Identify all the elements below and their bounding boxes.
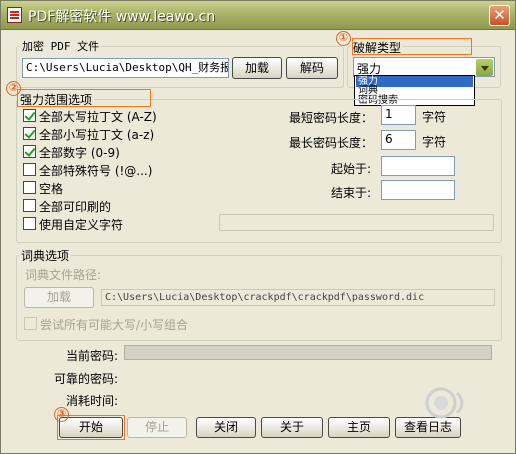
start-from-label: 起始于: (331, 162, 372, 176)
checkbox-digits[interactable] (23, 145, 36, 158)
pdf-path-input[interactable]: C:\Users\Lucia\Desktop\QH_财务报表 (22, 58, 229, 78)
stop-button[interactable]: 停止 (127, 417, 187, 438)
checkbox-uppercase[interactable] (23, 109, 36, 122)
max-length-input[interactable]: 6 (381, 130, 416, 150)
window-title: PDF解密软件 www.leawo.cn (28, 9, 216, 25)
min-length-input[interactable]: 1 (381, 105, 416, 125)
checkbox-custom-charset[interactable] (23, 217, 36, 230)
checkbox-special[interactable] (23, 163, 36, 176)
crack-type-select[interactable]: 强力 (353, 57, 495, 77)
max-length-label: 最长密码长度： (289, 136, 374, 150)
callout-number-2: ② (6, 81, 21, 96)
chevron-down-icon[interactable] (476, 59, 493, 76)
checkbox-lowercase[interactable] (23, 127, 36, 140)
custom-charset-input[interactable] (219, 214, 494, 231)
checkbox-space[interactable] (23, 181, 36, 194)
callout-number-3: ③ (54, 407, 69, 422)
close-button[interactable]: 关闭 (196, 417, 256, 438)
end-at-input[interactable] (381, 180, 455, 200)
title-bar[interactable]: PDF解密软件 www.leawo.cn ✕ (1, 1, 515, 30)
current-password-label: 当前密码: (66, 349, 119, 363)
window-close-button[interactable]: ✕ (489, 5, 510, 26)
start-from-input[interactable] (381, 156, 455, 176)
checkbox-case-combos[interactable] (24, 317, 37, 330)
callout-number-1: ① (336, 31, 351, 46)
min-length-unit: 字符 (422, 110, 447, 124)
min-length-label: 最短密码长度： (289, 111, 374, 125)
dictionary-options-legend: 词典选项 (19, 247, 72, 264)
callout-box-crack-type (352, 38, 472, 55)
checkbox-custom-charset-label: 使用自定义字符 (39, 218, 124, 232)
dictionary-path-label: 词典文件路径: (25, 268, 102, 282)
encrypted-file-legend: 加密 PDF 文件 (20, 38, 102, 54)
load-pdf-button[interactable]: 加载 (232, 57, 282, 79)
end-at-label: 结束于: (331, 186, 372, 200)
max-length-unit: 字符 (422, 135, 447, 149)
callout-box-brute-options (17, 89, 151, 107)
elapsed-time-label: 消耗时间: (66, 394, 119, 408)
checkbox-printable[interactable] (23, 199, 36, 212)
home-button[interactable]: 主页 (328, 417, 390, 438)
app-pdf-icon (7, 7, 22, 23)
checkbox-printable-label: 全部可印刷的 (39, 200, 112, 214)
case-combos-label: 尝试所有可能大写/小写组合 (40, 318, 189, 332)
checkbox-space-label: 空格 (39, 182, 64, 196)
about-button[interactable]: 关于 (261, 417, 323, 438)
checkbox-digits-label: 全部数字 (0-9) (39, 146, 120, 160)
checkbox-special-label: 全部特殊符号 (!@...) (39, 164, 153, 178)
checkbox-uppercase-label: 全部大写拉丁文 (A-Z) (39, 110, 157, 124)
checkbox-lowercase-label: 全部小写拉丁文 (a-z) (39, 128, 155, 142)
found-password-label: 可靠的密码: (54, 372, 119, 386)
watermark-logo (425, 387, 464, 419)
main-window: PDF解密软件 www.leawo.cn ✕ 加密 PDF 文件 C:\User… (0, 0, 516, 454)
dictionary-load-button[interactable]: 加载 (24, 287, 94, 308)
current-password-field (124, 345, 492, 360)
dictionary-path-input[interactable]: C:\Users\Lucia\Desktop\crackpdf\crackpdf… (101, 289, 495, 306)
decrypt-button[interactable]: 解码 (286, 57, 338, 79)
